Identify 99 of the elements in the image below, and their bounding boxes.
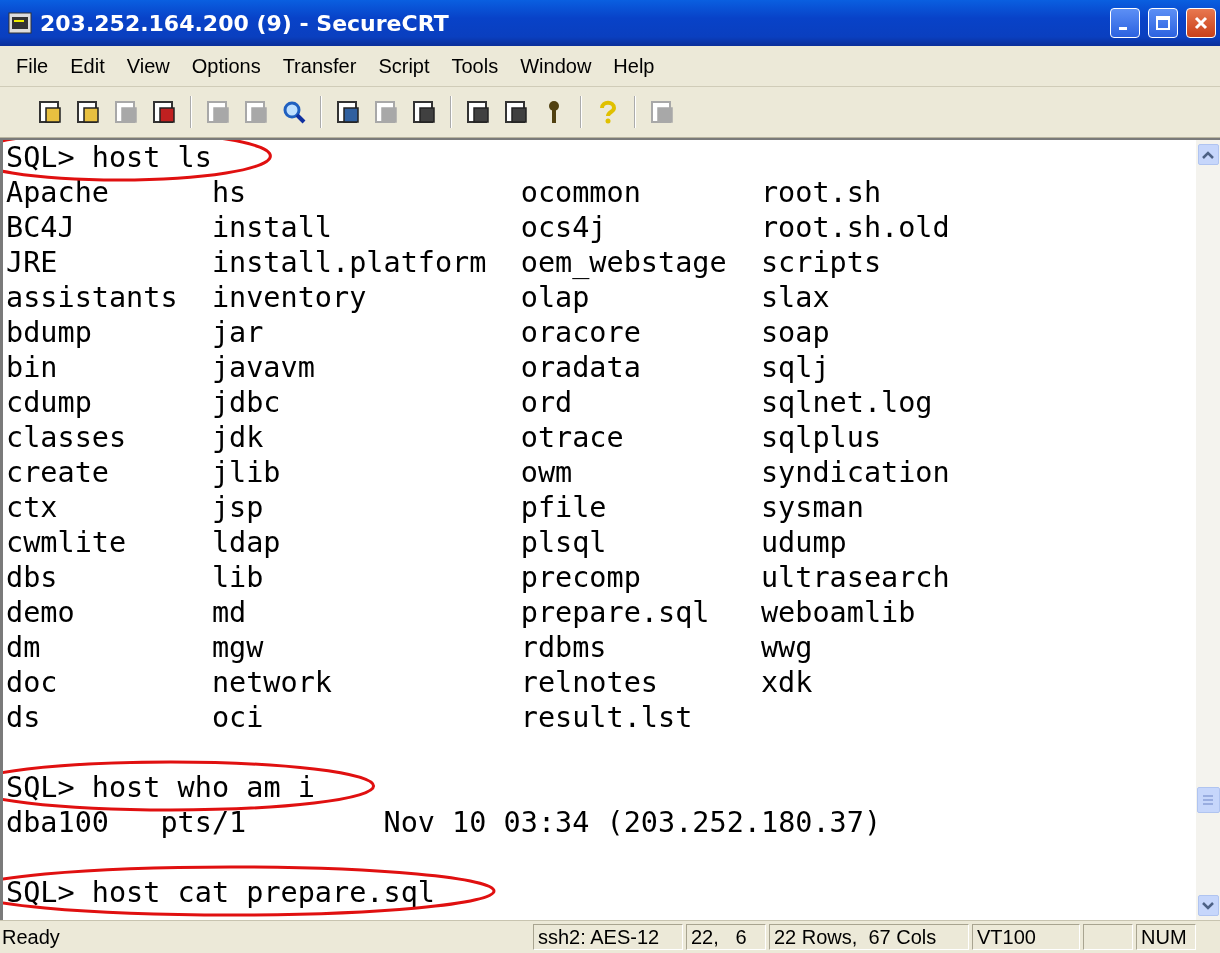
chevron-down-icon bbox=[1202, 901, 1214, 910]
minimize-button[interactable] bbox=[1110, 8, 1140, 38]
chevron-up-icon bbox=[1202, 150, 1214, 159]
terminal-text: ldap bbox=[211, 525, 282, 560]
terminal-text: network bbox=[211, 665, 333, 700]
terminal-text: BC4J bbox=[6, 210, 76, 245]
menu-item[interactable]: Help bbox=[603, 54, 667, 78]
terminal-text: jsp bbox=[211, 490, 265, 525]
menu-item[interactable]: Edit bbox=[60, 54, 117, 78]
scroll-thumb[interactable] bbox=[1196, 787, 1220, 813]
terminal-text: inventory bbox=[211, 280, 368, 315]
terminal-text: slax bbox=[760, 280, 830, 315]
close-button[interactable] bbox=[1186, 8, 1216, 38]
terminal-text: ord bbox=[520, 385, 574, 420]
terminal-text: ocommon bbox=[520, 175, 642, 210]
terminal-text: syndication bbox=[760, 455, 950, 490]
terminal-text: relnotes bbox=[520, 665, 659, 700]
terminal-text: precomp bbox=[520, 560, 642, 595]
terminal-text: prepare.sql bbox=[520, 595, 711, 630]
terminal-text: plsql bbox=[520, 525, 608, 560]
status-message: Ready bbox=[2, 925, 61, 949]
scrollbar[interactable] bbox=[1196, 140, 1220, 920]
terminal-text: soap bbox=[760, 315, 830, 350]
terminal-text: oem_webstage bbox=[520, 245, 728, 280]
terminal-text: bdump bbox=[6, 315, 93, 350]
terminal-text: doc bbox=[6, 665, 59, 700]
status-pane: 22, 6 bbox=[686, 924, 766, 950]
terminal-text: ultrasearch bbox=[760, 560, 950, 595]
status-pane: 22 Rows, 67 Cols bbox=[769, 924, 969, 950]
terminal-text: cdump bbox=[6, 385, 93, 420]
command-line: SQL> host ls bbox=[6, 140, 212, 175]
terminal-text: install bbox=[211, 210, 333, 245]
terminal-text: jdk bbox=[211, 420, 265, 455]
terminal-text: hs bbox=[211, 175, 248, 210]
window-title: 203.252.164.200 (9) - SecureCRT bbox=[40, 10, 450, 36]
terminal-text: sqlnet.log bbox=[760, 385, 933, 420]
terminal-text: JRE bbox=[6, 245, 59, 280]
command-line: SQL> host cat prepare.sql bbox=[6, 875, 435, 910]
terminal-text: ds bbox=[6, 700, 42, 735]
terminal-text: rdbms bbox=[520, 630, 608, 665]
menu-item[interactable]: Window bbox=[510, 54, 604, 78]
menu-item[interactable]: Script bbox=[368, 54, 442, 78]
terminal-text: Apache bbox=[6, 175, 110, 210]
terminal-text: javavm bbox=[211, 350, 316, 385]
terminal-text: assistants bbox=[6, 280, 179, 315]
terminal-text: wwg bbox=[760, 630, 813, 665]
terminal-text: dbs bbox=[6, 560, 59, 595]
maximize-icon bbox=[1155, 15, 1171, 31]
terminal-text: root.sh.old bbox=[760, 210, 950, 245]
menu-item[interactable]: File bbox=[6, 54, 61, 78]
scroll-up-button[interactable] bbox=[1197, 144, 1219, 165]
terminal-text: olap bbox=[520, 280, 591, 315]
terminal-text: sysman bbox=[760, 490, 864, 525]
scroll-down-button[interactable] bbox=[1197, 895, 1219, 916]
terminal-text: create bbox=[6, 455, 110, 490]
terminal-text: classes bbox=[6, 420, 128, 455]
terminal-text: lib bbox=[211, 560, 265, 595]
menu-item[interactable]: Tools bbox=[441, 54, 511, 78]
terminal-text: sqlj bbox=[760, 350, 830, 385]
terminal-text: otrace bbox=[520, 420, 625, 455]
terminal-text: dba100 pts/1 Nov 10 03:34 (203.252.180.37) bbox=[6, 805, 882, 840]
terminal-text: mgw bbox=[211, 630, 265, 665]
terminal-text: jdbc bbox=[211, 385, 282, 420]
terminal-text: owm bbox=[520, 455, 574, 490]
terminal-text: jar bbox=[211, 315, 265, 350]
menu-item[interactable]: Transfer bbox=[272, 54, 369, 78]
terminal-text: weboamlib bbox=[760, 595, 916, 630]
terminal-text: ctx bbox=[6, 490, 59, 525]
command-line: SQL> host who am i bbox=[6, 770, 315, 805]
terminal-text: xdk bbox=[760, 665, 813, 700]
grip-icon bbox=[1202, 795, 1214, 805]
close-icon bbox=[1193, 15, 1209, 31]
terminal-text: udump bbox=[760, 525, 847, 560]
maximize-button[interactable] bbox=[1148, 8, 1178, 38]
terminal-text: scripts bbox=[760, 245, 882, 280]
terminal-text: install.platform bbox=[211, 245, 488, 280]
search-icon bbox=[281, 99, 307, 125]
terminal-text: oradata bbox=[520, 350, 642, 385]
minimize-icon bbox=[1119, 26, 1127, 30]
terminal-text: result.lst bbox=[520, 700, 694, 735]
status-pane: NUM bbox=[1136, 924, 1196, 950]
terminal-text: demo bbox=[6, 595, 76, 630]
terminal-text: md bbox=[211, 595, 248, 630]
terminal-text: oracore bbox=[520, 315, 642, 350]
menu-item[interactable]: View bbox=[116, 54, 182, 78]
terminal-text: ocs4j bbox=[520, 210, 608, 245]
status-pane: VT100 bbox=[972, 924, 1080, 950]
terminal-text: oci bbox=[211, 700, 265, 735]
app-icon bbox=[8, 11, 32, 35]
terminal-text: bin bbox=[6, 350, 59, 385]
terminal-text: dm bbox=[6, 630, 42, 665]
terminal-text: root.sh bbox=[760, 175, 882, 210]
menu-item[interactable]: Options bbox=[181, 54, 273, 78]
terminal-text: pfile bbox=[520, 490, 608, 525]
status-pane: ssh2: AES-12 bbox=[533, 924, 683, 950]
status-pane bbox=[1083, 924, 1133, 950]
terminal-text: sqlplus bbox=[760, 420, 882, 455]
terminal-text: cwmlite bbox=[6, 525, 128, 560]
terminal-text: jlib bbox=[211, 455, 282, 490]
